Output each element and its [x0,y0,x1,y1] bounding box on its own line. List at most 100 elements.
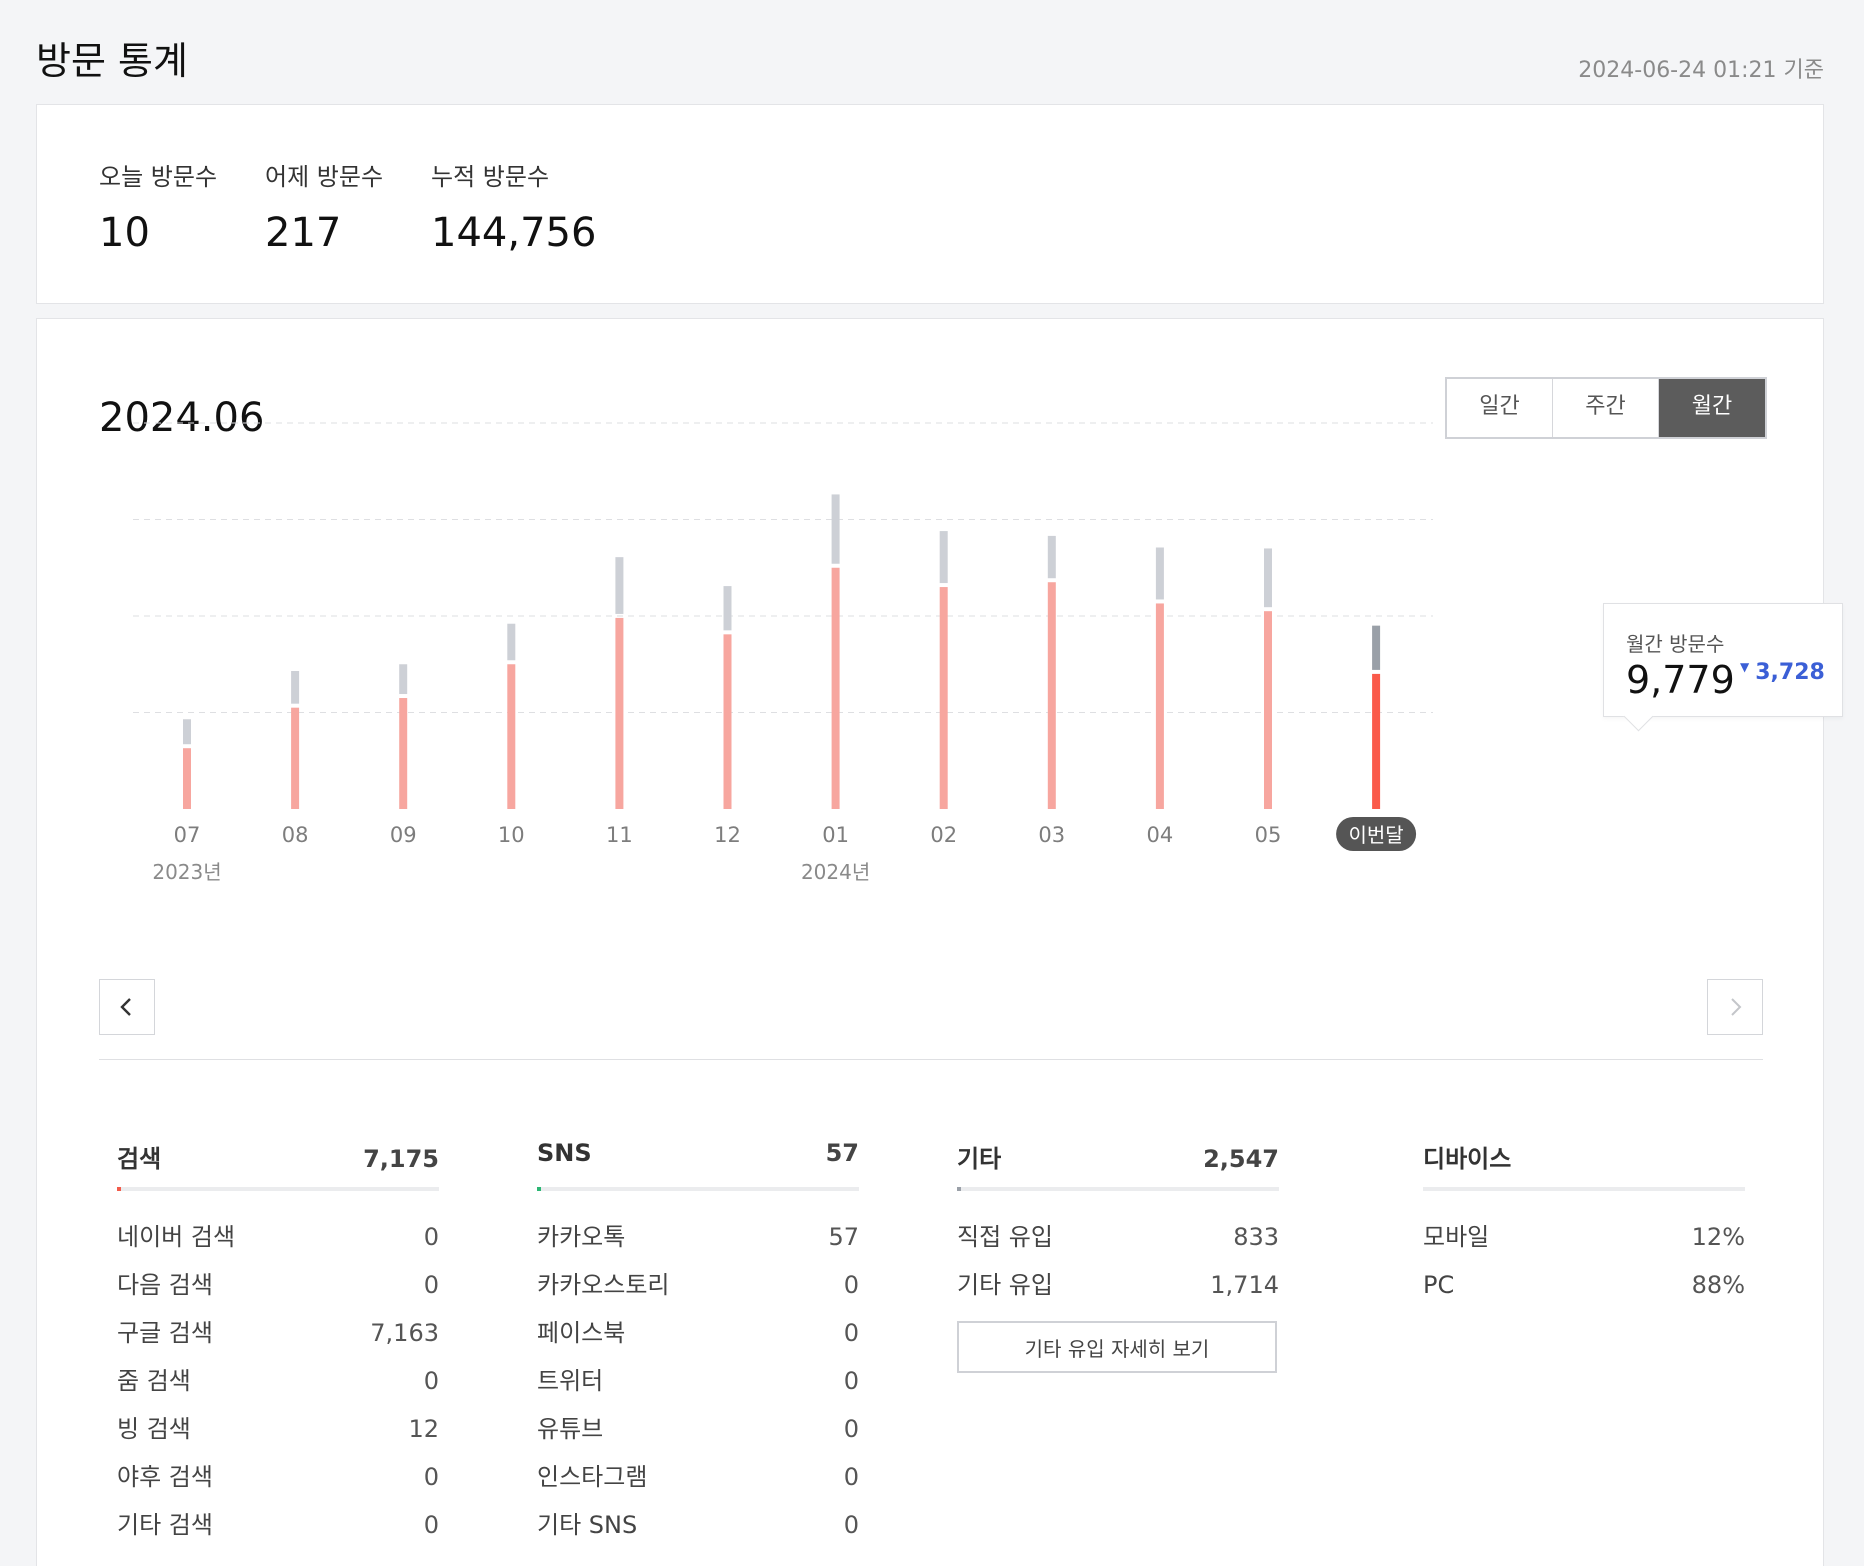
bar-primary[interactable] [615,617,624,809]
bar-primary[interactable] [1155,603,1164,809]
bar-primary[interactable] [507,664,516,809]
row-value: 1,714 [1210,1271,1279,1299]
bar-secondary[interactable] [723,586,732,631]
bar-secondary[interactable] [507,623,516,661]
section-rows: 직접 유입 833 기타 유입 1,714 [957,1213,1279,1309]
stat-value: 217 [265,210,342,256]
bar-secondary[interactable] [1155,547,1164,600]
section-total: 7,175 [363,1145,439,1173]
other-inflow-detail-button[interactable]: 기타 유입 자세히 보기 [957,1321,1277,1373]
stat-value: 144,756 [431,210,597,256]
year-label: 2024년 [801,860,870,884]
x-tick-label: 12 [714,823,741,847]
tooltip-change-value: 3,728 [1755,660,1825,685]
stat-row: 카카오스토리 0 [537,1261,859,1309]
bar-primary[interactable] [1047,582,1056,809]
row-value: 0 [843,1319,859,1347]
stat-row: 야후 검색 0 [117,1453,439,1501]
row-label: 빙 검색 [117,1415,191,1443]
stat-row: 빙 검색 12 [117,1405,439,1453]
stat-row: 다음 검색 0 [117,1261,439,1309]
row-label: 줌 검색 [117,1367,191,1395]
row-value: 0 [423,1367,439,1395]
row-value: 57 [828,1223,859,1251]
row-value: 0 [843,1271,859,1299]
stat-row: 페이스북 0 [537,1309,859,1357]
bar-secondary[interactable] [399,664,408,695]
section-bar [1423,1187,1745,1191]
page-title: 방문 통계 [36,39,188,83]
stat-row: 기타 SNS 0 [537,1501,859,1549]
next-period-button[interactable] [1707,979,1763,1035]
row-label: 기타 검색 [117,1511,213,1539]
row-label: 카카오스토리 [537,1271,670,1299]
x-tick-label: 01 [822,823,849,847]
chevron-left-icon [120,998,131,1016]
row-value: 0 [423,1223,439,1251]
bar-secondary[interactable] [183,719,191,745]
tooltip-label: 월간 방문수 [1626,632,1725,656]
stat-row: 직접 유입 833 [957,1213,1279,1261]
section-rows: 카카오톡 57 카카오스토리 0 페이스북 0 트위터 0 유튜브 0 인스타그램 0 기타 SNS 0 [537,1213,859,1549]
row-label: 인스타그램 [537,1463,648,1491]
row-label: 기타 유입 [957,1271,1053,1299]
row-value: 88% [1691,1271,1745,1299]
section-bar [117,1187,439,1191]
stat-today: 오늘 방문수 10 [99,157,217,256]
bar-secondary[interactable] [831,494,840,564]
row-label: 페이스북 [537,1319,626,1347]
bar-secondary[interactable] [1372,625,1381,670]
prev-period-button[interactable] [99,979,155,1035]
row-label: 다음 검색 [117,1271,213,1299]
bar-secondary[interactable] [1264,548,1272,608]
bar-primary[interactable] [1372,673,1381,809]
bar-primary[interactable] [831,567,840,809]
bar-secondary[interactable] [939,531,948,584]
tooltip-value: 9,779 [1626,658,1735,702]
bar-primary[interactable] [939,587,948,809]
stat-row: 구글 검색 7,163 [117,1309,439,1357]
row-value: 12 [408,1415,439,1443]
row-label: 카카오톡 [537,1223,626,1251]
bar-secondary[interactable] [615,557,624,614]
x-tick-label: 이번달 [1348,823,1403,847]
row-value: 833 [1233,1223,1279,1251]
x-tick-label: 04 [1147,823,1174,847]
stat-row: 카카오톡 57 [537,1213,859,1261]
stat-row: 줌 검색 0 [117,1357,439,1405]
bar-primary[interactable] [723,634,732,809]
x-tick-label: 05 [1255,823,1282,847]
chart-card: 2024.06 일간 주간 월간 07 08 09 10 11 12 01 02 03 04 05 이… [36,318,1843,1566]
section-header: SNS 57 [537,1139,859,1179]
x-tick-label: 07 [174,823,201,847]
page-header: 방문 통계 2024-06-24 01:21 기준 [36,0,1824,104]
bar-primary[interactable] [399,698,408,809]
row-label: 직접 유입 [957,1223,1053,1251]
chart-tooltip: 월간 방문수 9,779 ▼ 3,728 [1603,603,1843,717]
row-label: 네이버 검색 [117,1223,236,1251]
row-label: PC [1423,1271,1455,1299]
section-header: 검색 7,175 [117,1139,439,1179]
section-other: 기타 2,547 직접 유입 833 기타 유입 1,714 기타 유입 자세히 보기 [957,1139,1279,1373]
bar-primary[interactable] [1264,611,1272,809]
monthly-visits-chart: 07 08 09 10 11 12 01 02 03 04 05 이번달 2023년 2024년 [133,422,1433,884]
bar-primary[interactable] [291,707,300,809]
bar-primary[interactable] [183,748,191,809]
row-value: 0 [423,1511,439,1539]
stat-row: 모바일 12% [1423,1213,1745,1261]
x-tick-label: 11 [606,823,633,847]
divider [99,1059,1763,1060]
triangle-down-icon: ▼ [1740,660,1750,674]
row-value: 0 [423,1271,439,1299]
section-title: SNS [537,1139,592,1167]
bar-secondary[interactable] [1047,535,1056,579]
row-label: 유튜브 [537,1415,604,1443]
stat-row: 기타 유입 1,714 [957,1261,1279,1309]
stat-row: 인스타그램 0 [537,1453,859,1501]
stat-label: 어제 방문수 [265,163,384,191]
section-header: 기타 2,547 [957,1139,1279,1179]
bar-secondary[interactable] [291,671,300,704]
section-device: 디바이스 모바일 12% PC 88% [1423,1139,1745,1309]
year-label: 2023년 [152,860,221,884]
x-tick-label: 09 [390,823,417,847]
